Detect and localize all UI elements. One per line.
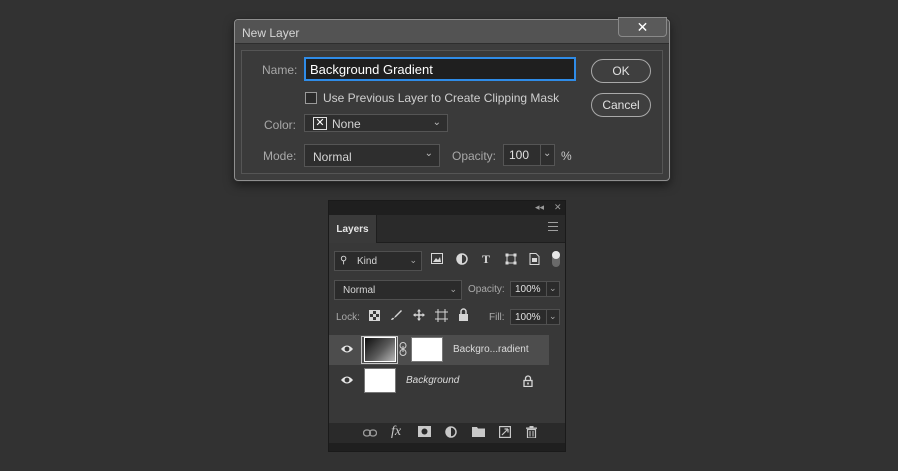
panel-header-strip: ◂◂ ✕ [329, 201, 565, 215]
divider [546, 310, 547, 324]
kind-filter-select[interactable]: ⚲ Kind ⌄ [334, 251, 422, 271]
clipping-mask-checkbox[interactable] [305, 92, 317, 104]
opacity-value: 100 [509, 148, 530, 162]
filter-toggle[interactable] [552, 251, 560, 267]
layers-panel-body: ⚲ Kind ⌄ T Normal ⌄ Opacity: 100% ⌄ Lock… [329, 243, 565, 423]
tab-layers[interactable]: Layers [329, 215, 377, 244]
lock-all-icon[interactable] [458, 308, 469, 324]
opacity-unit: % [561, 149, 572, 163]
close-button[interactable]: ✕ [618, 17, 667, 37]
blend-mode-value: Normal [343, 285, 376, 296]
layer-name[interactable]: Background [406, 375, 459, 386]
search-icon: ⚲ [340, 255, 348, 266]
dialog-title-bar[interactable]: New Layer [235, 20, 669, 44]
divider [546, 282, 547, 296]
mask-link-icon[interactable] [399, 342, 407, 359]
toggle-knob [552, 251, 560, 259]
color-value: None [332, 117, 361, 131]
link-layers-icon[interactable] [362, 427, 378, 441]
layer-row-background-gradient[interactable]: Backgro...radient [329, 335, 549, 365]
layer-lock-icon[interactable] [523, 374, 533, 392]
adjustment-layer-icon[interactable] [445, 426, 457, 441]
shape-filter-icon[interactable] [505, 253, 517, 268]
chevron-down-icon[interactable]: ⌄ [549, 311, 557, 322]
panel-opacity-field[interactable]: 100% ⌄ [510, 281, 560, 297]
panel-tab-bar: Layers [329, 215, 565, 244]
lock-label: Lock: [336, 312, 360, 323]
panel-opacity-value: 100% [515, 284, 541, 295]
visibility-eye-icon[interactable] [340, 342, 354, 361]
chevron-down-icon[interactable]: ⌄ [543, 148, 551, 159]
clipping-mask-label[interactable]: Use Previous Layer to Create Clipping Ma… [323, 91, 559, 105]
opacity-field[interactable]: 100 ⌄ [503, 144, 555, 166]
visibility-eye-icon[interactable] [340, 373, 354, 392]
mode-select[interactable]: Normal ⌄ [304, 144, 440, 167]
panel-opacity-label: Opacity: [468, 284, 505, 295]
chevron-down-icon[interactable]: ⌄ [549, 283, 557, 294]
type-filter-icon[interactable]: T [482, 252, 490, 267]
panel-resize-strip[interactable] [329, 443, 565, 451]
name-label: Name: [262, 63, 298, 77]
color-label: Color: [264, 118, 297, 132]
layer-name[interactable]: Backgro...radient [453, 344, 529, 355]
image-filter-icon[interactable] [431, 253, 443, 267]
divider [540, 145, 541, 165]
fill-value: 100% [515, 312, 541, 323]
lock-position-icon[interactable] [413, 309, 425, 324]
cancel-button[interactable]: Cancel [591, 93, 651, 117]
opacity-label: Opacity: [452, 149, 497, 163]
close-icon[interactable]: ✕ [554, 202, 562, 213]
smart-object-filter-icon[interactable] [529, 253, 540, 268]
collapse-icon[interactable]: ◂◂ [535, 202, 544, 213]
layers-panel: ◂◂ ✕ Layers ⚲ Kind ⌄ T Normal ⌄ Opacity:… [328, 200, 566, 452]
fill-label: Fill: [489, 312, 505, 323]
trash-icon[interactable] [526, 426, 537, 441]
group-folder-icon[interactable] [472, 426, 485, 440]
layer-row-background[interactable]: Background [329, 366, 549, 396]
color-select[interactable]: ✕ None ⌄ [304, 114, 448, 132]
fill-field[interactable]: 100% ⌄ [510, 309, 560, 325]
name-input[interactable]: Background Gradient [304, 57, 576, 81]
lock-image-pixels-icon[interactable] [390, 309, 402, 324]
no-color-icon: ✕ [313, 117, 327, 130]
add-mask-icon[interactable] [418, 426, 431, 440]
layer-thumbnail[interactable] [364, 368, 396, 393]
adjustment-filter-icon[interactable] [456, 253, 468, 268]
new-layer-icon[interactable] [499, 426, 512, 441]
panel-menu-icon[interactable] [548, 222, 558, 234]
chevron-down-icon: ⌄ [409, 255, 417, 265]
chevron-down-icon: ⌄ [432, 117, 441, 128]
chevron-down-icon: ⌄ [449, 284, 457, 294]
kind-filter-label: Kind [357, 256, 378, 267]
lock-artboard-icon[interactable] [435, 309, 448, 325]
lock-transparent-pixels-icon[interactable] [369, 310, 380, 324]
mode-label: Mode: [263, 149, 297, 163]
blend-mode-select[interactable]: Normal ⌄ [334, 280, 462, 300]
mode-value: Normal [313, 150, 352, 164]
ok-button[interactable]: OK [591, 59, 651, 83]
dialog-title: New Layer [242, 26, 300, 40]
chevron-down-icon: ⌄ [424, 148, 433, 159]
layer-mask-thumbnail[interactable] [411, 337, 443, 362]
fx-icon[interactable]: fx [391, 424, 401, 440]
layer-thumbnail[interactable] [364, 337, 396, 362]
layers-bottom-toolbar: fx [329, 423, 565, 443]
